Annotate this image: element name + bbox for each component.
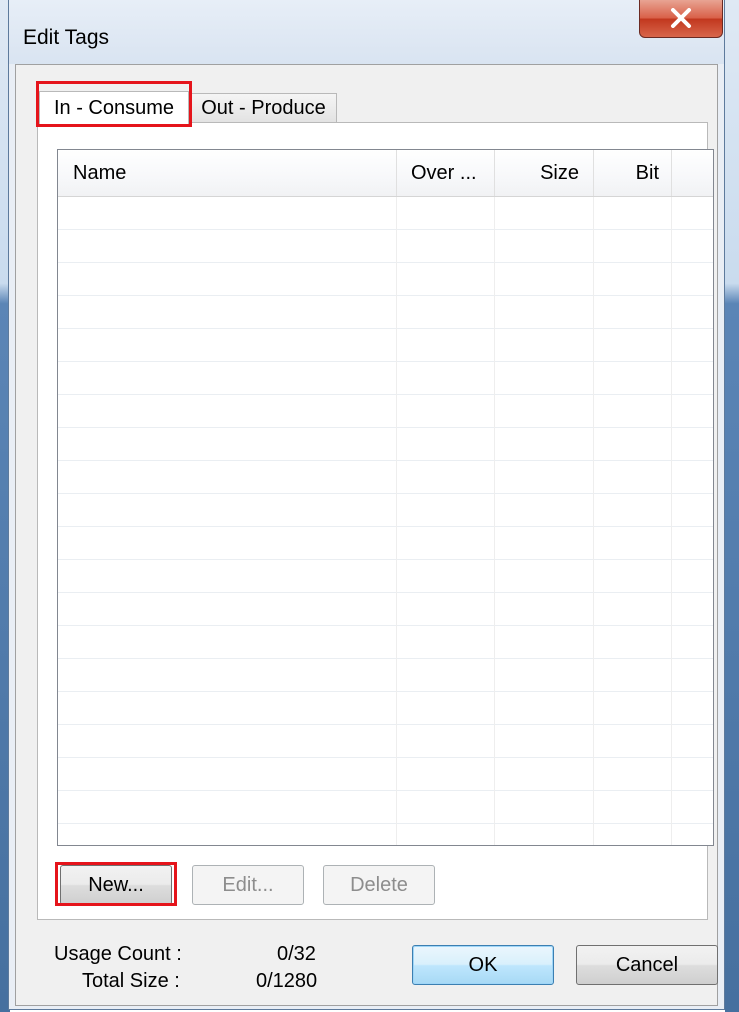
column-divider xyxy=(671,197,672,845)
column-divider xyxy=(396,197,397,845)
table-row xyxy=(58,461,713,494)
column-header-name-label: Name xyxy=(73,162,127,184)
table-row xyxy=(58,824,713,845)
table-row xyxy=(58,758,713,791)
table-row xyxy=(58,197,713,230)
tab-in-consume[interactable]: In - Consume xyxy=(39,91,189,125)
column-header-over-label: Over ... xyxy=(411,162,477,184)
table-row xyxy=(58,560,713,593)
column-header-over[interactable]: Over ... xyxy=(397,150,495,196)
table-row xyxy=(58,593,713,626)
column-divider xyxy=(494,197,495,845)
new-button[interactable]: New... xyxy=(60,865,172,905)
column-header-name[interactable]: Name xyxy=(58,150,397,196)
total-size-value: 0/1280 xyxy=(256,970,318,992)
table-row xyxy=(58,395,713,428)
total-size-label: Total Size : xyxy=(82,970,180,992)
edit-button[interactable]: Edit... xyxy=(192,865,304,905)
ok-button[interactable]: OK xyxy=(412,945,554,985)
table-row xyxy=(58,527,713,560)
cancel-button[interactable]: Cancel xyxy=(576,945,718,985)
column-header-size[interactable]: Size xyxy=(495,150,594,196)
column-header-bit[interactable]: Bit xyxy=(594,150,672,196)
delete-button[interactable]: Delete xyxy=(323,865,435,905)
close-icon xyxy=(671,8,691,28)
table-row xyxy=(58,263,713,296)
list-header: Name Over ... Size Bit xyxy=(58,150,713,197)
table-row xyxy=(58,296,713,329)
table-row xyxy=(58,494,713,527)
usage-count-value: 0/32 xyxy=(277,943,316,965)
table-row xyxy=(58,329,713,362)
table-row xyxy=(58,428,713,461)
column-header-bit-label: Bit xyxy=(635,162,659,184)
table-row xyxy=(58,230,713,263)
tags-list[interactable]: Name Over ... Size Bit xyxy=(57,149,714,846)
edit-tags-dialog: Edit Tags In - Consume Out - Produce Nam… xyxy=(8,0,725,1010)
close-button[interactable] xyxy=(639,0,723,38)
usage-count-label: Usage Count : xyxy=(54,943,182,965)
column-divider xyxy=(593,197,594,845)
dialog-title: Edit Tags xyxy=(23,26,109,49)
dialog-body: In - Consume Out - Produce Name Over ...… xyxy=(15,64,718,1006)
table-row xyxy=(58,626,713,659)
tab-out-produce[interactable]: Out - Produce xyxy=(190,93,337,123)
background-window-edge-right xyxy=(725,0,739,1012)
table-row xyxy=(58,659,713,692)
table-row xyxy=(58,692,713,725)
table-row xyxy=(58,791,713,824)
title-bar[interactable]: Edit Tags xyxy=(9,0,724,64)
table-row xyxy=(58,725,713,758)
column-header-size-label: Size xyxy=(540,162,579,184)
table-row xyxy=(58,362,713,395)
